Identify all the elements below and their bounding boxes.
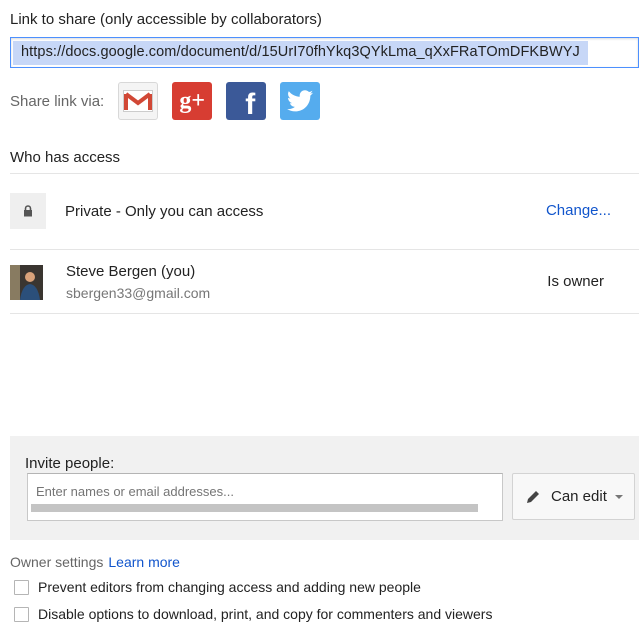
share-via-label: Share link via: <box>10 92 105 110</box>
facebook-icon: f <box>245 88 256 121</box>
share-via-row: Share link via: g+ f <box>10 82 334 121</box>
invite-input[interactable] <box>36 480 476 502</box>
invite-panel: Invite people: Can edit <box>10 436 639 540</box>
invite-input-box[interactable] <box>27 473 503 521</box>
permission-dropdown[interactable]: Can edit <box>512 473 635 520</box>
permission-label: Can edit <box>551 488 607 505</box>
option-label: Prevent editors from changing access and… <box>38 579 421 595</box>
share-link-url[interactable]: https://docs.google.com/document/d/15UrI… <box>13 41 588 65</box>
prevent-editors-checkbox[interactable] <box>14 579 29 595</box>
share-link-field[interactable]: https://docs.google.com/document/d/15UrI… <box>10 37 639 68</box>
collaborator-email: sbergen33@gmail.com <box>66 285 211 301</box>
collaborator-row: Steve Bergen (you) sbergen33@gmail.com I… <box>10 263 639 303</box>
link-to-share-label: Link to share (only accessible by collab… <box>10 11 322 28</box>
horizontal-scrollbar[interactable] <box>31 504 478 512</box>
divider <box>10 313 639 314</box>
collaborator-role: Is owner <box>547 273 604 290</box>
owner-option-row[interactable]: Disable options to download, print, and … <box>14 606 492 622</box>
avatar <box>10 265 43 300</box>
share-twitter-button[interactable] <box>280 82 321 120</box>
invite-people-label: Invite people: <box>25 455 115 472</box>
pencil-icon <box>527 490 539 503</box>
owner-settings-row: Owner settings Learn more <box>10 554 180 570</box>
change-visibility-link[interactable]: Change... <box>546 202 611 219</box>
share-google-plus-button[interactable]: g+ <box>172 82 213 120</box>
who-has-access-label: Who has access <box>10 149 121 166</box>
google-plus-icon: g+ <box>179 87 206 114</box>
chevron-down-icon <box>614 494 623 499</box>
twitter-icon <box>287 90 314 112</box>
lock-icon <box>24 205 32 217</box>
gmail-icon <box>123 90 154 112</box>
owner-settings-label: Owner settings <box>10 554 104 570</box>
lock-icon-box <box>10 193 46 229</box>
share-facebook-button[interactable]: f <box>226 82 267 121</box>
owner-option-row[interactable]: Prevent editors from changing access and… <box>14 579 421 595</box>
collaborator-name: Steve Bergen (you) <box>66 263 196 280</box>
option-label: Disable options to download, print, and … <box>38 606 493 622</box>
learn-more-link[interactable]: Learn more <box>108 554 180 570</box>
visibility-row: Private - Only you can access Change... <box>10 192 639 230</box>
divider <box>10 249 639 250</box>
divider <box>10 173 639 174</box>
share-gmail-button[interactable] <box>118 82 159 120</box>
visibility-text: Private - Only you can access <box>65 202 264 220</box>
disable-download-checkbox[interactable] <box>14 606 29 622</box>
